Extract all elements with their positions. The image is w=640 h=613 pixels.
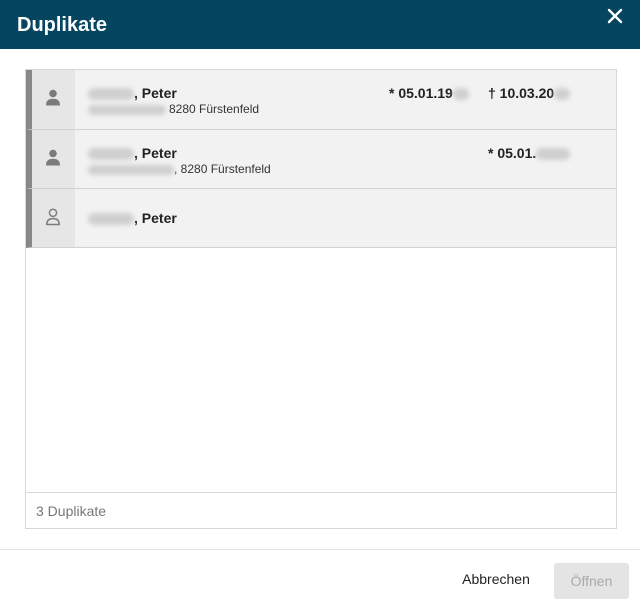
dialog-title: Duplikate: [17, 14, 108, 36]
person-name: , Peter: [88, 85, 177, 101]
person-filled-icon: [46, 89, 60, 106]
close-icon[interactable]: [604, 5, 626, 27]
redacted-birth-year: [536, 148, 571, 161]
avatar: [32, 70, 75, 129]
birth-date: * 05.01.19: [389, 85, 469, 101]
person-address: , 8280 Fürstenfeld: [88, 162, 271, 176]
person-address: 8280 Fürstenfeld: [88, 102, 259, 116]
dialog-header: Duplikate: [0, 0, 640, 49]
redacted-surname: [88, 213, 134, 226]
duplicates-dialog: Duplikate , Peter 8280 Fürstenfeld * 05.…: [0, 0, 640, 613]
person-filled-icon: [46, 149, 60, 166]
avatar: [32, 189, 75, 247]
avatar: [32, 130, 75, 188]
list-item[interactable]: , Peter: [26, 189, 616, 248]
redacted-birth-year: [452, 88, 469, 101]
list-item[interactable]: , Peter , 8280 Fürstenfeld * 05.01.: [26, 130, 616, 189]
person-outline-icon: [46, 208, 60, 226]
birth-date: * 05.01.: [488, 145, 571, 161]
dialog-actions: Abbrechen Öffnen: [0, 549, 640, 613]
redacted-surname: [88, 88, 134, 101]
redacted-death-year: [554, 88, 571, 101]
redacted-street: [88, 164, 174, 175]
duplicates-list: , Peter 8280 Fürstenfeld * 05.01.19 † 10…: [26, 70, 616, 248]
open-button[interactable]: Öffnen: [554, 563, 629, 599]
duplicates-count: 3 Duplikate: [36, 503, 107, 519]
cancel-button[interactable]: Abbrechen: [452, 564, 540, 594]
person-name: , Peter: [88, 145, 177, 161]
duplicates-count-bar: 3 Duplikate: [26, 492, 616, 528]
redacted-surname: [88, 148, 134, 161]
person-name: , Peter: [88, 210, 177, 226]
list-item[interactable]: , Peter 8280 Fürstenfeld * 05.01.19 † 10…: [26, 70, 616, 130]
death-date: † 10.03.20: [488, 85, 571, 101]
redacted-street: [88, 104, 166, 115]
duplicates-panel: , Peter 8280 Fürstenfeld * 05.01.19 † 10…: [25, 69, 617, 529]
